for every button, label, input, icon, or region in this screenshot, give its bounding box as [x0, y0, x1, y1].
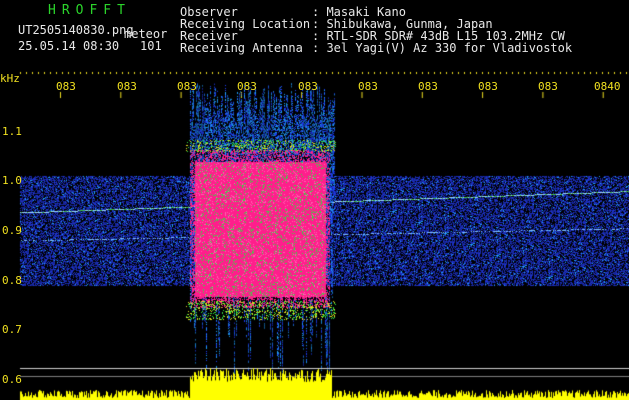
x-tick-label: 083: [237, 80, 257, 93]
y-axis-unit: kHz: [0, 72, 20, 85]
y-tick-label: 0.8: [2, 274, 22, 287]
field-label-antenna: Receiving Antenna: [180, 41, 303, 55]
x-tick-label: 083: [56, 80, 76, 93]
x-tick-label: 0840: [594, 80, 621, 93]
x-tick-label: 083: [418, 80, 438, 93]
x-tick-label: 083: [298, 80, 318, 93]
x-tick-label: 083: [538, 80, 558, 93]
y-tick-label: 0.6: [2, 373, 22, 386]
datetime-label: 25.05.14 08:30: [18, 39, 120, 53]
spectrogram-canvas: [0, 0, 629, 400]
x-tick-label: 083: [117, 80, 137, 93]
x-tick-label: 083: [358, 80, 378, 93]
y-tick-label: 1.1: [2, 125, 22, 138]
count-label: 101: [140, 39, 162, 53]
brand-title: HROFFT: [48, 3, 131, 18]
field-value-antenna: : 3el Yagi(V) Az 330 for Vladivostok: [312, 41, 573, 55]
x-tick-label: 083: [177, 80, 197, 93]
y-tick-label: 0.9: [2, 224, 22, 237]
y-tick-label: 1.0: [2, 174, 22, 187]
y-tick-label: 0.7: [2, 323, 22, 336]
x-tick-label: 083: [478, 80, 498, 93]
filename-label: UT2505140830.png: [18, 23, 134, 37]
